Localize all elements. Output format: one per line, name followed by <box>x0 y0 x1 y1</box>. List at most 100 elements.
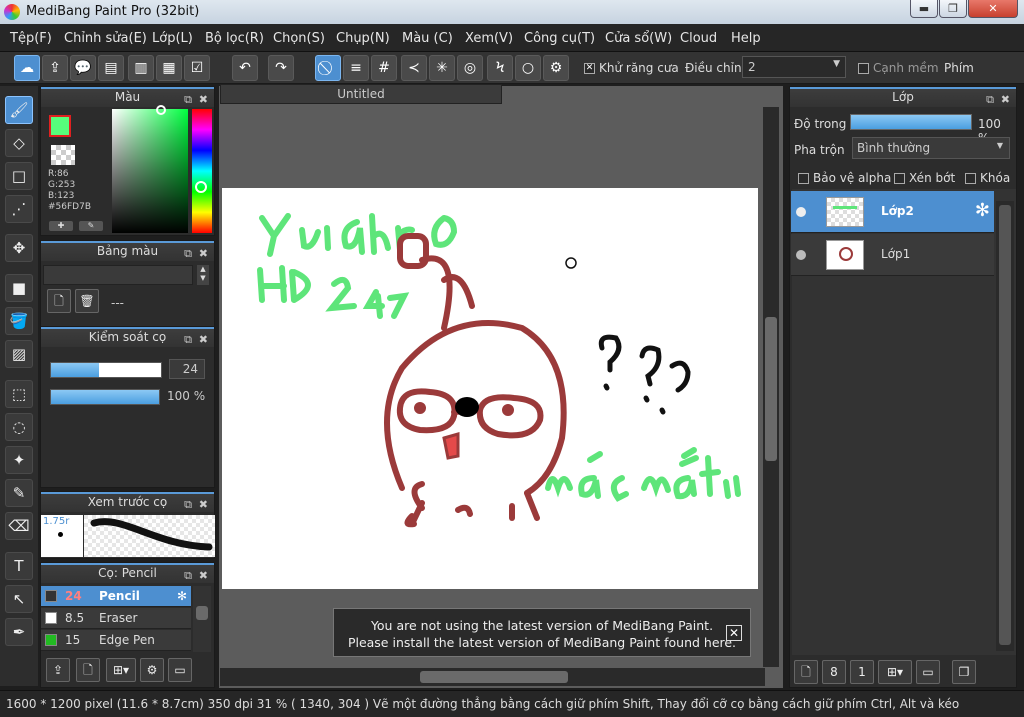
document-tab[interactable]: Untitled <box>220 84 502 104</box>
new-layer-icon[interactable]: 🗋 <box>794 660 818 684</box>
bucket-tool-icon[interactable]: 🪣 <box>5 307 33 335</box>
select-tool-icon[interactable]: ⬚ <box>5 380 33 408</box>
drawing-canvas[interactable] <box>222 188 758 589</box>
saturation-value-picker[interactable] <box>112 105 188 233</box>
close-icon[interactable]: ✖ <box>199 496 208 513</box>
lock-checkbox[interactable] <box>965 173 976 184</box>
brush-item-edge-pen[interactable]: 15 Edge Pen <box>41 630 191 651</box>
popout-icon[interactable]: ⧉ <box>986 91 994 108</box>
maximize-button[interactable]: ❐ <box>939 0 967 18</box>
antialias-checkbox[interactable]: ✕ <box>584 63 595 74</box>
menu-edit[interactable]: Chỉnh sửa(E) <box>64 31 147 46</box>
add-color-button[interactable]: ✚ <box>49 221 73 231</box>
brush-tool-icon[interactable]: 🖌 <box>5 96 33 124</box>
menu-cloud[interactable]: Cloud <box>680 31 717 46</box>
popout-icon[interactable]: ⧉ <box>184 91 192 108</box>
eyedropper-tool-icon[interactable]: ✒ <box>5 618 33 646</box>
magic-wand-tool-icon[interactable]: ✦ <box>5 446 33 474</box>
speech-icon[interactable]: ▤ <box>98 55 124 81</box>
menu-color[interactable]: Màu (C) <box>402 31 453 46</box>
primary-color-swatch[interactable] <box>49 115 71 137</box>
layer-folder-icon[interactable]: ▭ <box>916 660 940 684</box>
dot-tool-icon[interactable]: ⋰ <box>5 195 33 223</box>
new-palette-icon[interactable]: 🗋 <box>47 289 71 313</box>
panel-icon[interactable]: ▦ <box>156 55 182 81</box>
update-notice[interactable]: You are not using the latest version of … <box>333 608 751 657</box>
share-icon[interactable]: ⇪ <box>42 55 68 81</box>
layer-row-lop1[interactable]: Lớp1 <box>791 234 994 276</box>
gear-icon[interactable]: ✻ <box>177 586 187 606</box>
popout-icon[interactable]: ⧉ <box>184 496 192 513</box>
visibility-eye-icon[interactable] <box>796 207 806 217</box>
layer-row-lop2[interactable]: Lớp2 ✻ <box>791 191 994 233</box>
redo-icon[interactable]: ↷ <box>268 55 294 81</box>
close-icon[interactable]: ✖ <box>199 567 208 584</box>
brush-opacity-slider[interactable] <box>50 389 160 405</box>
protect-alpha-checkbox[interactable] <box>798 173 809 184</box>
comment-icon[interactable]: 💬 <box>70 55 96 81</box>
new-8bit-layer-icon[interactable]: 8 <box>822 660 846 684</box>
undo-icon[interactable]: ↶ <box>232 55 258 81</box>
menu-tools[interactable]: Công cụ(T) <box>524 31 595 46</box>
minimize-button[interactable]: ▬ <box>910 0 938 18</box>
layer-scrollbar[interactable] <box>996 201 1014 651</box>
brush-item-eraser[interactable]: 8.5 Eraser <box>41 608 191 629</box>
grid-snap-icon[interactable]: # <box>371 55 397 81</box>
new-1bit-layer-icon[interactable]: 1 <box>850 660 874 684</box>
perspective-icon[interactable]: ≺ <box>401 55 427 81</box>
cloud-icon[interactable]: ☁ <box>14 55 40 81</box>
radial-icon[interactable]: ✳ <box>429 55 455 81</box>
close-icon[interactable]: ✖ <box>199 331 208 348</box>
blend-mode-select[interactable]: Bình thường ▼ <box>852 137 1010 159</box>
snap-off-icon[interactable]: ⃠ <box>315 55 341 81</box>
page-icon[interactable]: ▥ <box>128 55 154 81</box>
visibility-eye-icon[interactable] <box>796 250 806 260</box>
menu-filter[interactable]: Bộ lọc(R) <box>205 31 264 46</box>
menu-file[interactable]: Tệp(F) <box>10 31 52 46</box>
popout-icon[interactable]: ⧉ <box>184 331 192 348</box>
menu-help[interactable]: Help <box>731 31 761 46</box>
eraser-tool-icon[interactable]: ◇ <box>5 129 33 157</box>
canvas-horizontal-scrollbar[interactable] <box>220 668 765 686</box>
soft-edge-checkbox[interactable] <box>858 63 869 74</box>
checklist-icon[interactable]: ☑ <box>184 55 210 81</box>
brush-size-input[interactable]: 24 <box>169 359 205 379</box>
menu-view[interactable]: Xem(V) <box>465 31 513 46</box>
move-tool-icon[interactable]: ✥ <box>5 234 33 262</box>
cloud-brush-icon[interactable]: ⇪ <box>46 658 70 682</box>
select-pen-tool-icon[interactable]: ✎ <box>5 479 33 507</box>
layer-opacity-slider[interactable] <box>850 114 972 130</box>
brush-settings-icon[interactable]: ⚙ <box>140 658 164 682</box>
settings-icon[interactable]: ⚙ <box>543 55 569 81</box>
add-layer-menu-icon[interactable]: ⊞▾ <box>878 660 912 684</box>
menu-select[interactable]: Chọn(S) <box>273 31 325 46</box>
menu-layer[interactable]: Lớp(L) <box>152 31 193 46</box>
eyedropper-small-button[interactable]: ✎ <box>79 221 103 231</box>
menu-snap[interactable]: Chụp(N) <box>336 31 390 46</box>
correction-select[interactable]: 2 ▼ <box>742 56 846 78</box>
brush-item-pencil[interactable]: 24 Pencil ✻ <box>41 586 191 607</box>
keys-label[interactable]: Phím <box>944 61 974 75</box>
duplicate-layer-icon[interactable]: ❐ <box>952 660 976 684</box>
close-icon[interactable]: ✖ <box>199 245 208 262</box>
gear-icon[interactable]: ✻ <box>975 200 990 221</box>
transparent-swatch[interactable] <box>51 145 75 165</box>
palette-swatches[interactable] <box>43 265 193 285</box>
canvas-vertical-scrollbar[interactable] <box>763 107 779 667</box>
brush-list-scrollbar[interactable] <box>193 586 211 652</box>
palette-scroll[interactable]: ▲ ▼ <box>197 265 209 285</box>
close-icon[interactable]: ✖ <box>199 91 208 108</box>
curve-icon[interactable]: Ϟ <box>487 55 513 81</box>
select-eraser-tool-icon[interactable]: ⌫ <box>5 512 33 540</box>
rectangle-tool-icon[interactable]: □ <box>5 162 33 190</box>
operation-tool-icon[interactable]: ↖ <box>5 585 33 613</box>
add-brush-menu-icon[interactable]: ⊞▾ <box>106 658 136 682</box>
lasso-tool-icon[interactable]: ◌ <box>5 413 33 441</box>
folder-icon[interactable]: ▭ <box>168 658 192 682</box>
circle-icon[interactable]: ○ <box>515 55 541 81</box>
parallel-snap-icon[interactable]: ≡ <box>343 55 369 81</box>
gradient-tool-icon[interactable]: ▨ <box>5 340 33 368</box>
close-icon[interactable]: ✕ <box>726 625 742 641</box>
sv-cursor[interactable] <box>156 105 166 115</box>
popout-icon[interactable]: ⧉ <box>184 567 192 584</box>
